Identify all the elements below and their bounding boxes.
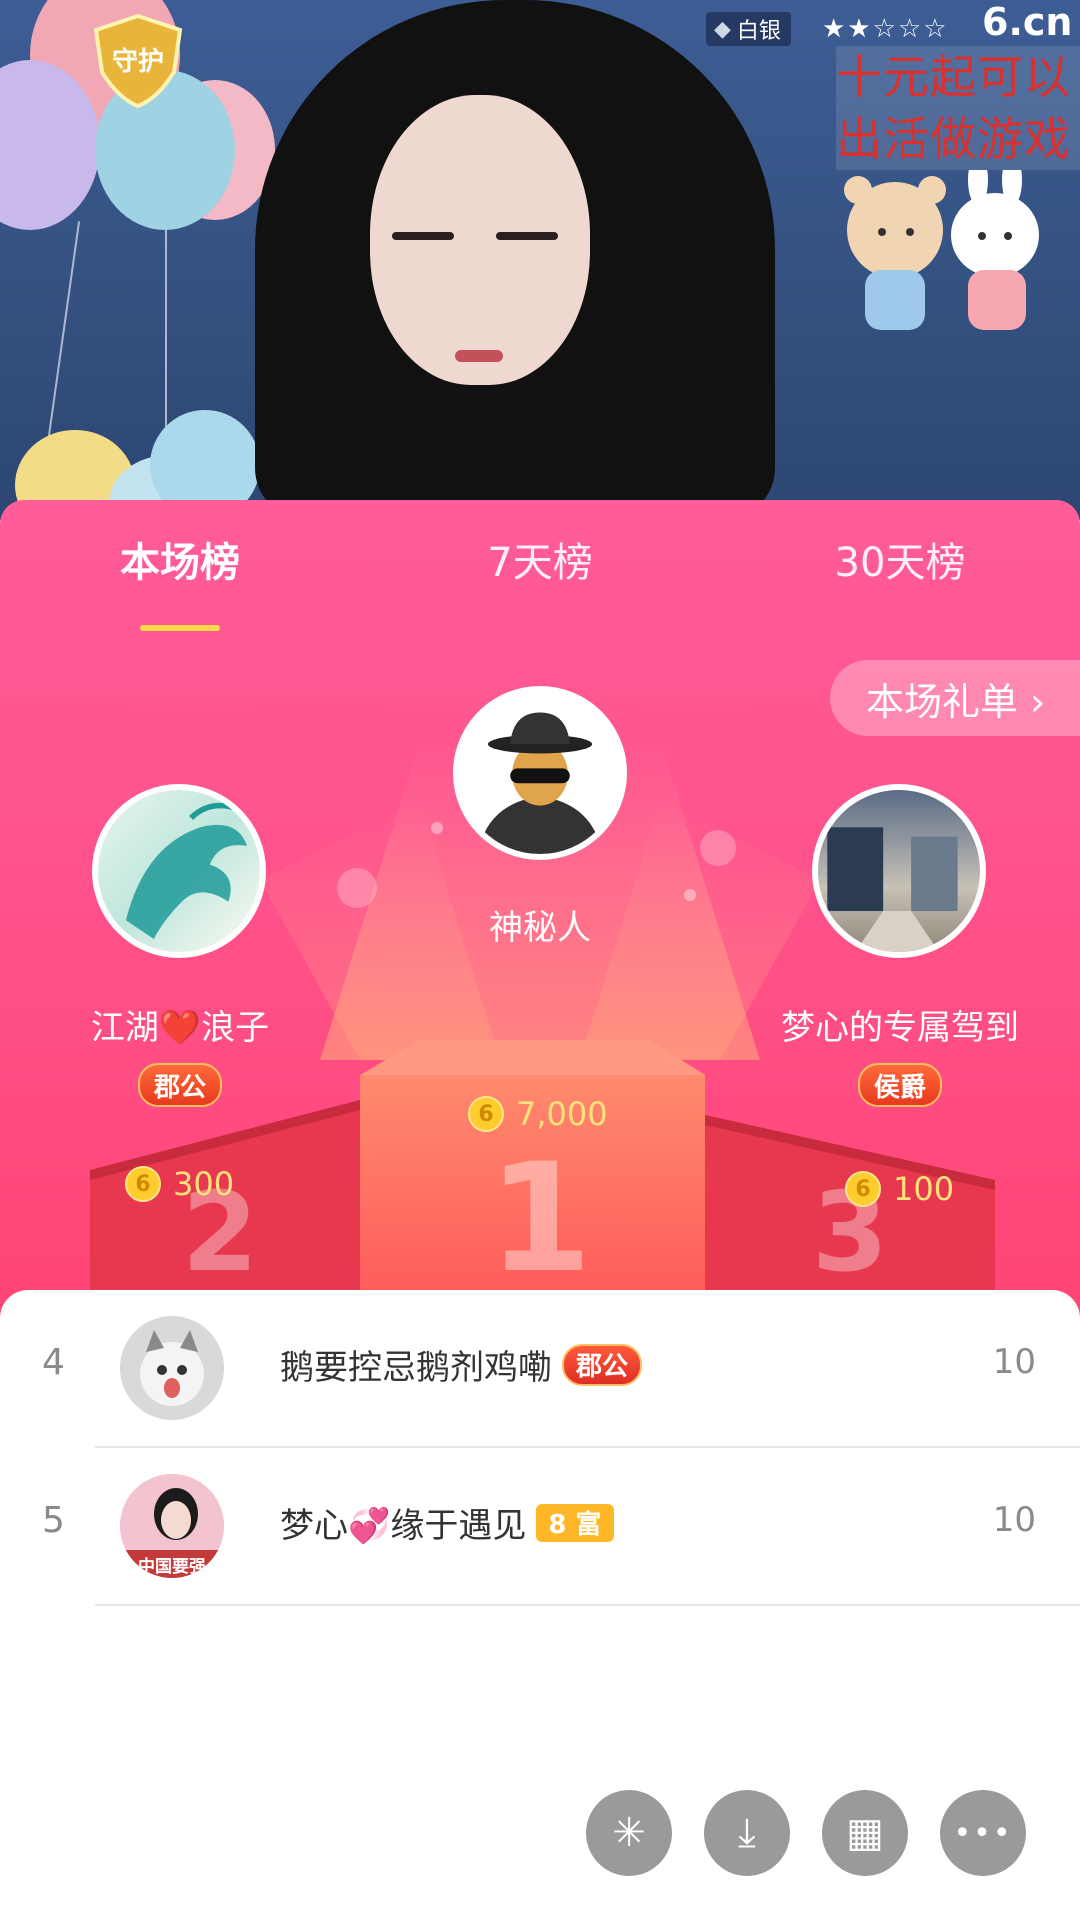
active-tab-indicator — [140, 625, 220, 631]
list-item[interactable]: 5 中国要强 梦心💞缘于遇见 8 富 10 — [0, 1448, 1080, 1606]
list-item-name-group: 梦心💞缘于遇见 8 富 — [280, 1498, 614, 1547]
list-item-name: 梦心💞缘于遇见 — [280, 1506, 527, 1546]
second-place-score: 6 300 — [125, 1165, 234, 1203]
ranking-tabs: 本场榜 7天榜 30天榜 — [0, 530, 1080, 631]
list-item-score: 10 — [992, 1342, 1036, 1382]
podium-number-1: 1 — [488, 1132, 592, 1306]
guard-badge-text: 守护 — [112, 46, 164, 77]
guard-shield-icon: 守护 — [93, 13, 183, 108]
avatar[interactable] — [120, 1316, 224, 1420]
rank-stars: ★★☆☆☆ — [822, 14, 949, 44]
share-icon: ✳ — [612, 1810, 646, 1856]
streamer-eye — [496, 232, 558, 240]
list-item-score: 10 — [992, 1500, 1036, 1540]
avatar[interactable]: 中国要强 — [120, 1474, 224, 1578]
coin-icon: 6 — [845, 1171, 881, 1207]
share-button[interactable]: ✳ — [586, 1790, 672, 1876]
streamer-eye — [392, 232, 454, 240]
bear-rabbit-sticker-icon — [844, 170, 1039, 330]
tab-this-session[interactable]: 本场榜 — [120, 530, 240, 588]
third-place-name: 梦心的专属驾到 — [781, 1008, 1019, 1048]
promo-line: 十元起可以 — [836, 50, 1071, 104]
grid-icon: ▦ — [846, 1810, 884, 1856]
promo-overlay: 十元起可以 出活做游戏 — [836, 46, 1080, 170]
second-place-name: 江湖❤️浪子 — [90, 1008, 270, 1048]
rank-chip: ◆ 白银 — [706, 12, 791, 46]
third-place-title-badge: 侯爵 — [857, 1063, 943, 1107]
streamer-mouth — [455, 350, 503, 362]
divider — [95, 1604, 1080, 1606]
second-place-avatar[interactable] — [92, 784, 266, 958]
title-badge: 郡公 — [562, 1343, 643, 1386]
cat-photo-icon — [120, 1316, 224, 1420]
gift-list-button[interactable]: 本场礼单 › — [830, 660, 1080, 736]
third-place-score: 6 100 — [845, 1170, 954, 1208]
list-item-rank: 5 — [42, 1500, 65, 1541]
download-icon: ⤓ — [738, 1810, 756, 1856]
wealth-level-badge: 8 富 — [536, 1503, 614, 1542]
ranking-list: 4 鹅要控忌鹅剂鸡嘞 郡公 10 5 中国要强 梦心💞缘于遇见 8 富 10 — [0, 1290, 1080, 1920]
rank-label: 白银 — [736, 19, 781, 44]
first-place-avatar[interactable] — [453, 686, 627, 860]
coin-icon: 6 — [468, 1096, 504, 1132]
mystery-person-icon — [459, 692, 621, 854]
list-item-name-group: 鹅要控忌鹅剂鸡嘞 郡公 — [280, 1340, 643, 1389]
grid-button[interactable]: ▦ — [822, 1790, 908, 1876]
download-button[interactable]: ⤓ — [704, 1790, 790, 1876]
first-place-score-value: 7,000 — [516, 1095, 608, 1133]
avatar-caption: 中国要强 — [138, 1557, 206, 1577]
more-button[interactable]: ••• — [940, 1790, 1026, 1876]
promo-line: 出活做游戏 — [836, 112, 1071, 166]
list-item[interactable]: 4 鹅要控忌鹅剂鸡嘞 郡公 10 — [0, 1290, 1080, 1448]
third-place-avatar[interactable] — [812, 784, 986, 958]
third-place-score-value: 100 — [893, 1170, 955, 1208]
second-place-title-badge: 郡公 — [137, 1063, 223, 1107]
first-place-score: 6 7,000 — [468, 1095, 608, 1133]
rank-emblem-icon: ◆ — [714, 16, 731, 42]
site-logo: 6.cn — [982, 0, 1073, 44]
tab-7-days[interactable]: 7天榜 — [487, 530, 592, 588]
coin-icon: 6 — [125, 1166, 161, 1202]
list-item-name: 鹅要控忌鹅剂鸡嘞 — [280, 1348, 552, 1388]
more-icon: ••• — [953, 1815, 1013, 1851]
list-item-rank: 4 — [42, 1342, 65, 1383]
live-stream-view[interactable]: 守护 ◆ 白银 ★★☆☆☆ 6.cn 十元起可以 出活做游戏 — [0, 0, 1080, 520]
mall-photo-icon — [827, 827, 958, 952]
streamer-face — [370, 95, 590, 385]
first-place-name: 神秘人 — [489, 908, 591, 948]
second-place-score-value: 300 — [173, 1165, 235, 1203]
tab-30-days[interactable]: 30天榜 — [835, 530, 966, 588]
dragon-art-icon — [125, 802, 247, 939]
